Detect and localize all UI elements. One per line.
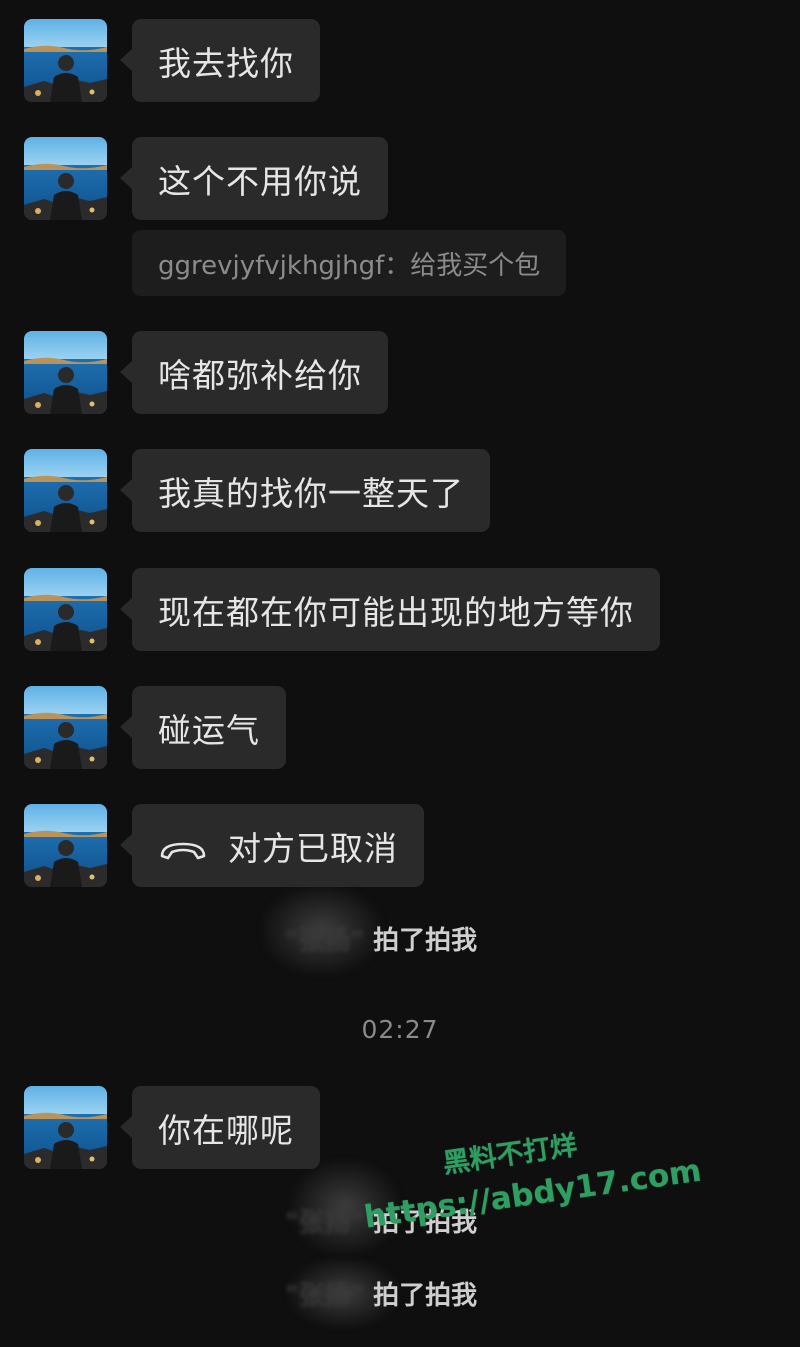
avatar[interactable] (24, 19, 107, 102)
pat-notice-name: "张​​扬" (285, 1208, 365, 1238)
message-bubble[interactable]: 你在哪呢 (120, 1086, 320, 1169)
message-row: 啥都弥补给你 (24, 331, 388, 414)
message-text: 我真的找你一整天了 (158, 473, 464, 513)
message-row: 对方已取消 (24, 804, 424, 887)
pat-notice-name: "张​​扬" (285, 1281, 365, 1311)
message-text: 对方已取消 (228, 828, 398, 868)
pat-notice: "张​​扬" 拍了拍我 (285, 920, 477, 957)
message-text: 你在哪呢 (158, 1110, 294, 1150)
call-cancelled-bubble[interactable]: 对方已取消 (120, 804, 424, 887)
avatar[interactable] (24, 1086, 107, 1169)
phone-hangup-icon (158, 833, 208, 859)
message-text: 现在都在你可能出现的地方等你 (158, 592, 634, 632)
avatar[interactable] (24, 449, 107, 532)
message-text: 啥都弥补给你 (158, 355, 362, 395)
quoted-message-text: ggrevjyfvjkhgjhgf：给我买个包 (158, 250, 541, 281)
avatar[interactable] (24, 568, 107, 651)
avatar[interactable] (24, 137, 107, 220)
message-text: 碰运气 (158, 710, 260, 750)
message-text: 这个不用你说 (158, 161, 362, 201)
pat-notice: "张​​扬" 拍了拍我 (285, 1275, 477, 1312)
message-bubble[interactable]: 这个不用你说 (120, 137, 388, 220)
message-row: 你在哪呢 (24, 1086, 320, 1169)
avatar[interactable] (24, 804, 107, 887)
message-row: 我真的找你一整天了 (24, 449, 490, 532)
message-row: 这个不用你说 (24, 137, 388, 220)
message-bubble[interactable]: 我真的找你一整天了 (120, 449, 490, 532)
message-bubble[interactable]: 啥都弥补给你 (120, 331, 388, 414)
avatar[interactable] (24, 686, 107, 769)
pat-notice-text: 拍了拍我 (373, 1281, 478, 1311)
avatar[interactable] (24, 331, 107, 414)
quoted-message[interactable]: ggrevjyfvjkhgjhgf：给我买个包 (132, 230, 567, 296)
pat-notice-name: "张​​扬" (285, 926, 365, 956)
message-bubble[interactable]: 现在都在你可能出现的地方等你 (120, 568, 660, 651)
message-row: 现在都在你可能出现的地方等你 (24, 568, 660, 651)
timestamp: 02:27 (361, 1015, 439, 1044)
message-bubble[interactable]: 碰运气 (120, 686, 286, 769)
pat-notice-text: 拍了拍我 (373, 926, 478, 956)
message-bubble[interactable]: 我去找你 (120, 19, 320, 102)
message-text: 我去找你 (158, 43, 294, 83)
message-row: 我去找你 (24, 19, 320, 102)
message-row: 碰运气 (24, 686, 286, 769)
